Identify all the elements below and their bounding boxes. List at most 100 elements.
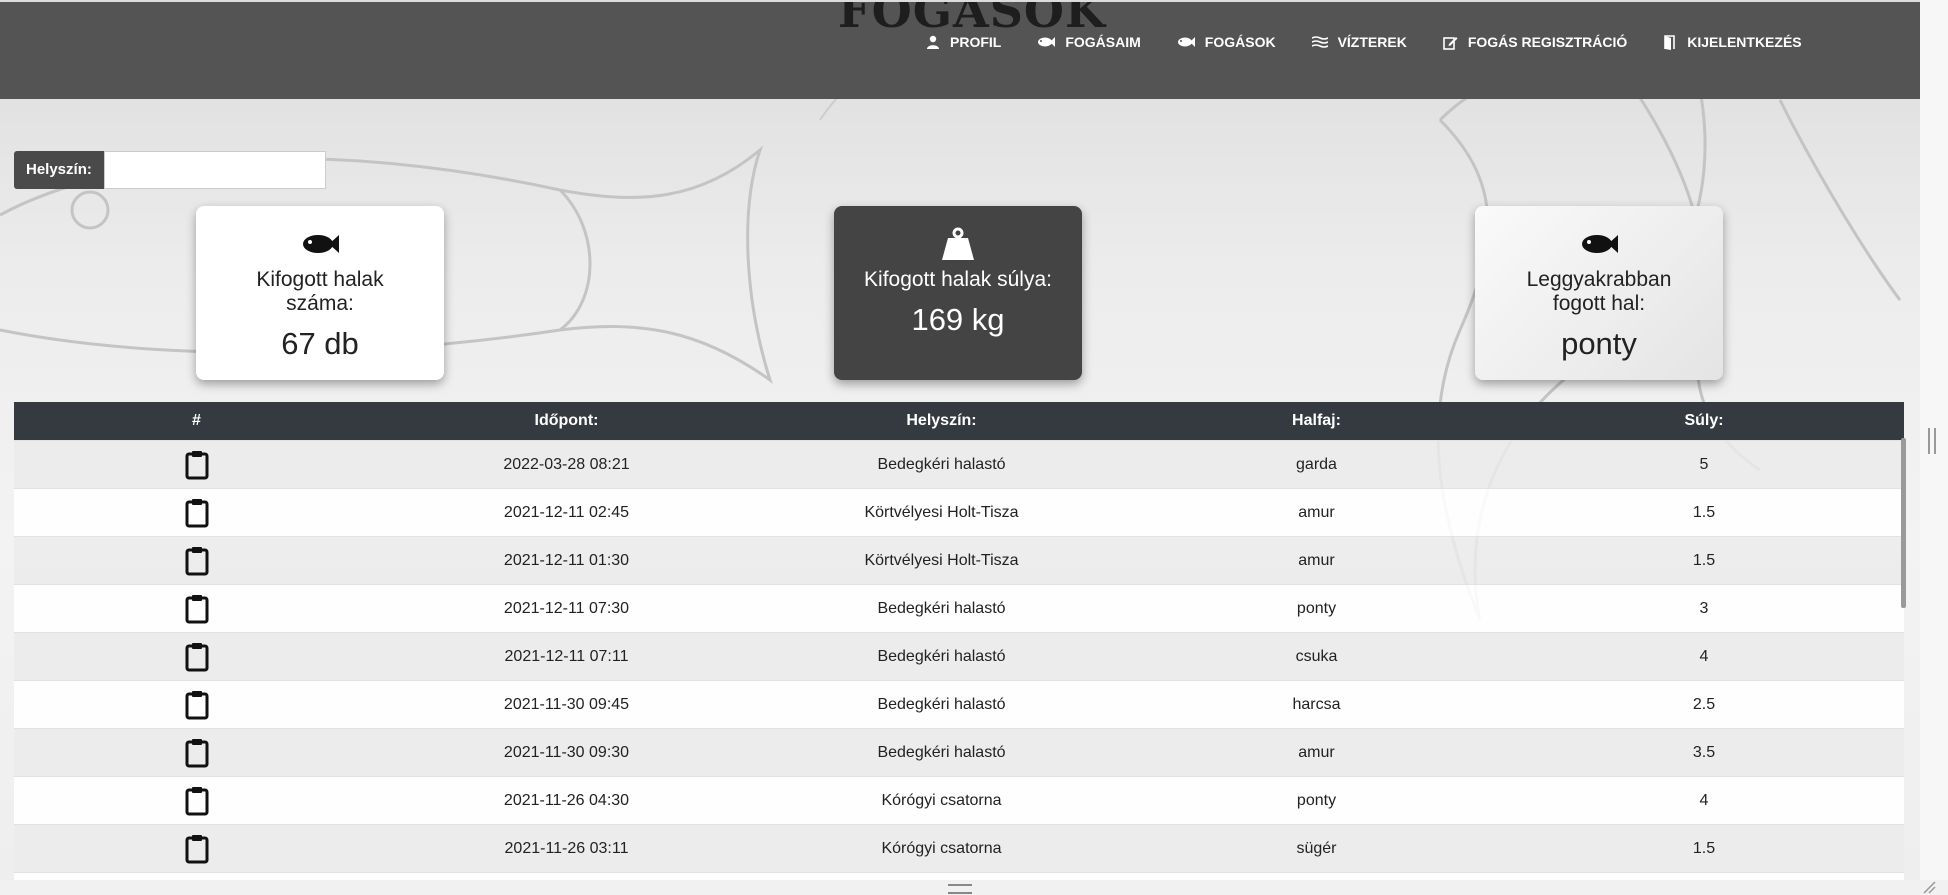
fish-icon — [303, 235, 339, 253]
nav-label: FOGÁS REGISZTRÁCIÓ — [1467, 34, 1628, 50]
row-time: 2021-12-11 01:30 — [379, 536, 754, 585]
clipboard-icon[interactable] — [185, 786, 209, 816]
nav-label: VÍZTEREK — [1337, 34, 1407, 50]
row-time: 2021-12-11 02:45 — [379, 488, 754, 537]
row-time: 2021-11-30 09:30 — [379, 728, 754, 777]
row-details-cell[interactable] — [14, 728, 379, 777]
row-details-cell[interactable] — [14, 680, 379, 729]
clipboard-icon[interactable] — [185, 690, 209, 720]
row-species: csuka — [1129, 632, 1504, 681]
edit-icon — [1443, 36, 1458, 50]
nav-profil[interactable]: PROFIL — [926, 34, 1001, 50]
row-species: garda — [1129, 440, 1504, 489]
table-scrollbar[interactable] — [1901, 438, 1906, 608]
stat-card-most-common: Leggyakrabban fogott hal: ponty — [1475, 206, 1723, 380]
clipboard-icon[interactable] — [185, 834, 209, 864]
row-time: 2022-03-28 08:21 — [379, 440, 754, 489]
stat-label: Kifogott halak száma: — [256, 268, 384, 315]
row-weight: 1.5 — [1504, 536, 1904, 585]
table-row[interactable]: 2021-11-30 09:45 Bedegkéri halastó harcsa 2… — [14, 680, 1904, 729]
row-details-cell[interactable] — [14, 824, 379, 873]
nav-label: KIJELENTKEZÉS — [1687, 34, 1802, 50]
nav-vizterek[interactable]: VÍZTEREK — [1311, 34, 1407, 50]
clipboard-icon[interactable] — [185, 738, 209, 768]
table-header-row: # Időpont: Helyszín: Halfaj: Súly: — [14, 402, 1904, 441]
row-weight: 4 — [1504, 776, 1904, 825]
row-place: Bedegkéri halastó — [754, 680, 1129, 729]
row-weight: 1.5 — [1504, 824, 1904, 873]
row-place: Körtvélyesi Holt-Tisza — [754, 536, 1129, 585]
table-row[interactable]: 2021-11-30 09:30 Bedegkéri halastó amur 3.5 — [14, 728, 1904, 777]
row-place: Bedegkéri halastó — [754, 440, 1129, 489]
row-species: ponty — [1129, 584, 1504, 633]
row-details-cell[interactable] — [14, 440, 379, 489]
clipboard-icon[interactable] — [185, 450, 209, 480]
col-header-weight[interactable]: Súly: — [1504, 402, 1904, 441]
clipboard-icon[interactable] — [185, 642, 209, 672]
table-row[interactable]: 2021-12-11 02:45 Körtvélyesi Holt-Tisza am… — [14, 488, 1904, 537]
row-weight: 3.5 — [1504, 728, 1904, 777]
row-weight: 3 — [1504, 584, 1904, 633]
table-row[interactable]: 2022-03-28 08:21 Bedegkéri halastó garda 5 — [14, 440, 1904, 489]
nav-label: FOGÁSOK — [1204, 34, 1276, 50]
clipboard-icon[interactable] — [185, 498, 209, 528]
nav-label: FOGÁSAIM — [1065, 34, 1141, 50]
row-species: harcsa — [1129, 680, 1504, 729]
table-row[interactable]: 2021-12-11 07:11 Bedegkéri halastó csuka 4 — [14, 632, 1904, 681]
row-time: 2021-11-26 03:11 — [379, 824, 754, 873]
row-place: Kórógyi csatorna — [754, 776, 1129, 825]
bottom-resize-grip[interactable] — [948, 884, 972, 894]
nav-fogas-regisztracio[interactable]: FOGÁS REGISZTRÁCIÓ — [1443, 34, 1627, 50]
row-place: Körtvélyesi Holt-Tisza — [754, 488, 1129, 537]
row-time: 2021-11-26 02:45 — [379, 872, 754, 880]
top-navbar: FOGÁSOK PROFIL FOGÁSAIM FOGÁSOK VÍZTEREK… — [0, 2, 1920, 99]
clipboard-icon[interactable] — [185, 546, 209, 576]
row-time: 2021-11-26 04:30 — [379, 776, 754, 825]
row-details-cell[interactable] — [14, 584, 379, 633]
row-time: 2021-12-11 07:30 — [379, 584, 754, 633]
nav-fogasok[interactable]: FOGÁSOK — [1177, 34, 1276, 50]
col-header-time[interactable]: Időpont: — [379, 402, 754, 441]
row-place: Bedegkéri halastó — [754, 632, 1129, 681]
main-nav: PROFIL FOGÁSAIM FOGÁSOK VÍZTEREK FOGÁS R… — [926, 34, 1838, 50]
location-filter-label: Helyszín: — [14, 151, 104, 189]
stat-label: Leggyakrabban fogott hal: — [1526, 268, 1672, 315]
fish-icon — [1038, 37, 1056, 47]
row-details-cell[interactable] — [14, 488, 379, 537]
col-header-place[interactable]: Helyszín: — [754, 402, 1129, 441]
row-details-cell[interactable] — [14, 776, 379, 825]
row-species: amur — [1129, 488, 1504, 537]
table-row[interactable]: 2021-12-11 07:30 Bedegkéri halastó ponty 3 — [14, 584, 1904, 633]
nav-fogasaim[interactable]: FOGÁSAIM — [1037, 34, 1141, 50]
clipboard-icon[interactable] — [185, 594, 209, 624]
weight-icon — [942, 227, 974, 260]
door-icon — [1664, 34, 1676, 50]
location-filter-input[interactable] — [103, 151, 326, 189]
row-weight: 3 — [1504, 872, 1904, 880]
row-details-cell[interactable] — [14, 536, 379, 585]
col-header-species[interactable]: Halfaj: — [1129, 402, 1504, 441]
row-weight: 2.5 — [1504, 680, 1904, 729]
table-row[interactable]: 2021-11-26 04:30 Kórógyi csatorna ponty 4 — [14, 776, 1904, 825]
row-species: sügér — [1129, 824, 1504, 873]
stat-card-count: Kifogott halak száma: 67 db — [196, 206, 444, 380]
window-bottom-bar — [0, 880, 1948, 895]
row-species: ponty — [1129, 776, 1504, 825]
corner-resize-grip[interactable] — [1922, 880, 1936, 894]
resize-handle[interactable] — [1928, 428, 1936, 454]
row-weight: 1.5 — [1504, 488, 1904, 537]
row-place: Bedegkéri halastó — [754, 728, 1129, 777]
row-weight: 4 — [1504, 632, 1904, 681]
row-species: amur — [1129, 536, 1504, 585]
row-details-cell[interactable] — [14, 872, 379, 880]
table-row[interactable]: 2021-12-11 01:30 Körtvélyesi Holt-Tisza am… — [14, 536, 1904, 585]
catches-table-container: # Időpont: Helyszín: Halfaj: Súly: 2022-… — [14, 402, 1904, 880]
table-row[interactable]: 2021-11-26 03:11 Kórógyi csatorna sügér 1.5 — [14, 824, 1904, 873]
row-time: 2021-12-11 07:11 — [379, 632, 754, 681]
row-place: Bedegkéri halastó — [754, 584, 1129, 633]
nav-kijelentkezes[interactable]: KIJELENTKEZÉS — [1663, 34, 1802, 50]
stat-value: ponty — [1561, 326, 1637, 361]
row-details-cell[interactable] — [14, 632, 379, 681]
brand-title: FOGÁSOK — [838, 2, 1106, 38]
table-row[interactable]: 2021-11-26 02:45Kórógyi csatornaszéles k… — [14, 872, 1904, 880]
